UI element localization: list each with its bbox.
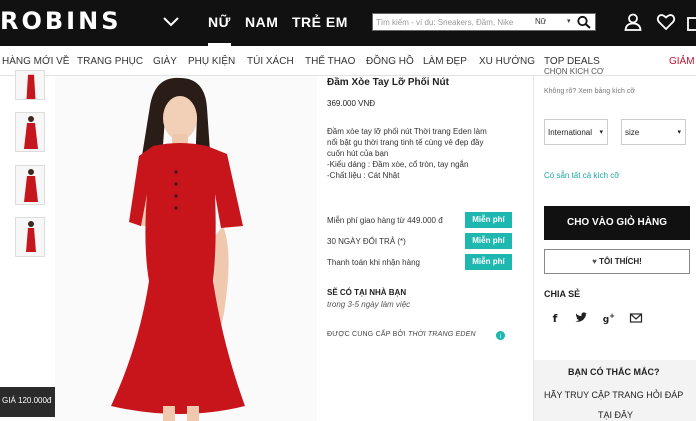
supplier-line: ĐƯỢC CUNG CẤP BỞI THỜI TRANG EDEN <box>327 331 476 338</box>
perk-cod-label: Thanh toán khi nhận hàng <box>327 258 420 267</box>
svg-text:f: f <box>553 312 558 325</box>
twitter-icon[interactable] <box>574 311 588 325</box>
chevron-down-icon[interactable] <box>161 12 181 32</box>
help-here-link[interactable]: TẠI ĐÂY <box>598 410 633 420</box>
wishlist-button[interactable]: ♥ TÔI THÍCH! <box>544 249 690 274</box>
help-question: BẠN CÓ THẮC MẮC? <box>568 367 660 377</box>
product-price: 369.000 VNĐ <box>327 99 376 108</box>
svg-text:+: + <box>609 312 615 320</box>
facebook-icon[interactable]: f <box>548 311 562 325</box>
nav-women[interactable]: NỮ <box>208 14 231 46</box>
add-to-cart-button[interactable]: CHO VÀO GIỎ HÀNG <box>544 206 690 240</box>
cat-trends[interactable]: XU HƯỚNG <box>479 56 535 67</box>
size-select[interactable]: size ▾ <box>621 119 686 145</box>
region-select-value: International <box>548 128 593 137</box>
stock-note: Có sẵn tất cả kích cỡ <box>544 171 620 180</box>
heart-icon: ♥ <box>592 257 597 266</box>
cat-shoes[interactable]: GIÀY <box>153 56 177 67</box>
size-select-value: size <box>625 128 640 137</box>
supplier-prefix: ĐƯỢC CUNG CẤP BỞI <box>327 331 406 338</box>
search-bar: Nữ ▾ <box>372 13 596 31</box>
cat-beauty[interactable]: LÀM ĐẸP <box>423 56 467 67</box>
thumbnail-4[interactable] <box>15 217 45 257</box>
nav-men[interactable]: NAM <box>245 14 278 30</box>
perk-free-shipping-badge: Miễn phí <box>465 212 512 228</box>
delivery-title: SẼ CÓ TẠI NHÀ BẠN <box>327 288 407 297</box>
svg-text:i: i <box>500 334 501 340</box>
product-main-image[interactable] <box>55 76 317 421</box>
desc-line: Đầm xòe tay lỡ phối nút Thời trang Eden … <box>327 127 487 136</box>
cat-new-arrivals[interactable]: HÀNG MỚI VỀ <box>2 56 69 67</box>
cat-watches[interactable]: ĐỒNG HỒ <box>366 56 414 67</box>
caret-down-icon: ▾ <box>677 129 681 136</box>
desc-line: nổi bật gu thời trang tinh tế cùng vẻ đẹ… <box>327 138 484 147</box>
desc-line: -Kiểu dáng : Đầm xòe, cổ tròn, tay ngắn <box>327 160 469 169</box>
cat-clothing[interactable]: TRANG PHỤC <box>77 56 143 67</box>
thumbnail-1[interactable] <box>15 70 45 100</box>
search-icon[interactable] <box>576 15 592 29</box>
wishlist-label: TÔI THÍCH! <box>599 257 642 266</box>
perk-cod-badge: Miễn phí <box>465 254 512 270</box>
size-heading: CHỌN KÍCH CỠ <box>544 68 604 76</box>
price-badge: GIÁ 120.000đ <box>0 387 60 417</box>
thumbnail-2[interactable] <box>15 112 45 152</box>
email-icon[interactable] <box>629 311 643 325</box>
search-category-select[interactable]: Nữ <box>535 17 546 26</box>
caret-down-icon: ▾ <box>599 129 603 136</box>
desc-line: cuốn hút của bạn <box>327 149 389 158</box>
info-icon[interactable]: i <box>496 331 505 340</box>
caret-down-icon: ▾ <box>567 18 571 25</box>
product-title: Đầm Xòe Tay Lỡ Phối Nút <box>327 77 449 88</box>
cat-accessories[interactable]: PHỤ KIỆN <box>188 56 235 67</box>
cat-top-deals[interactable]: TOP DEALS <box>544 56 600 67</box>
perk-returns-badge: Miễn phí <box>465 233 512 249</box>
product-description: Đầm xòe tay lỡ phối nút Thời trang Eden … <box>327 126 517 181</box>
bag-icon[interactable] <box>686 12 696 32</box>
size-guide-link[interactable]: Không rõ? Xem bảng kích cỡ <box>544 88 635 95</box>
desc-line: -Chất liệu : Cát Nhật <box>327 171 400 180</box>
top-header: ROBINS NỮ NAM TRẺ EM Nữ ▾ <box>0 0 696 46</box>
delivery-subtitle: trong 3-5 ngày làm việc <box>327 300 411 309</box>
perk-returns-label: 30 NGÀY ĐỔI TRẢ (*) <box>327 237 406 246</box>
heart-icon[interactable] <box>656 12 676 32</box>
perk-free-shipping-label: Miễn phí giao hàng từ 449.000 đ <box>327 216 443 225</box>
region-select[interactable]: International ▾ <box>544 119 608 145</box>
help-faq-link[interactable]: HÃY TRUY CẬP TRANG HỎI ĐÁP <box>544 390 683 400</box>
google-plus-icon[interactable]: g + <box>601 311 615 325</box>
cat-sale[interactable]: GIẢM S <box>669 56 696 67</box>
share-title: CHIA SẺ <box>544 289 581 299</box>
nav-kids[interactable]: TRẺ EM <box>292 14 348 30</box>
account-icon[interactable] <box>623 12 643 32</box>
supplier-name[interactable]: THỜI TRANG EDEN <box>408 331 476 338</box>
logo[interactable]: ROBINS <box>0 7 121 35</box>
cat-sports[interactable]: THỂ THAO <box>305 56 355 67</box>
thumbnail-strip <box>0 70 55 421</box>
search-input[interactable] <box>373 14 531 30</box>
thumbnail-3[interactable] <box>15 165 45 205</box>
cat-bags[interactable]: TÚI XÁCH <box>247 56 294 67</box>
